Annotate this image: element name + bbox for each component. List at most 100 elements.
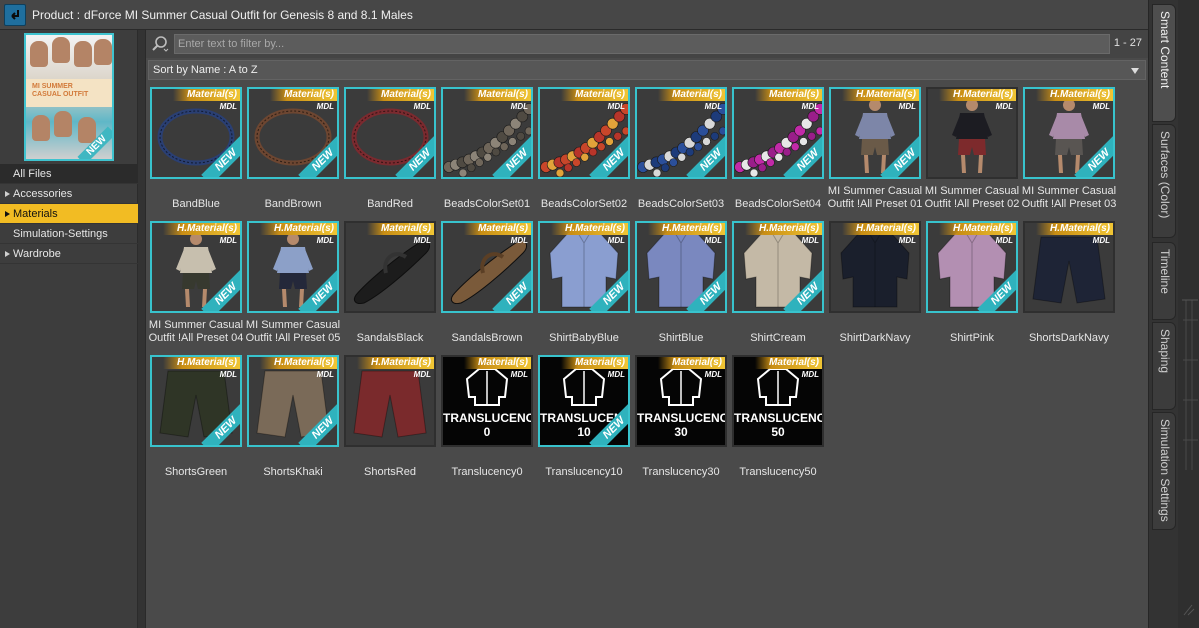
bead-shape xyxy=(669,158,678,167)
asset-tile[interactable]: H.Material(s) MDL NEW MI Summer Casual Outf… xyxy=(246,221,340,351)
asset-tile[interactable]: H.Material(s) MDL NEW ShortsGreen xyxy=(150,355,242,485)
asset-thumbnail[interactable]: H.Material(s) MDL NEW xyxy=(247,355,339,447)
folder-item[interactable]: Simulation-Settings xyxy=(0,224,138,244)
asset-tile[interactable]: Material(s) MDL NEW BeadsColorSet02 xyxy=(538,87,630,217)
tab-smart-content[interactable]: Smart Content xyxy=(1152,4,1176,122)
mdl-badge: MDL xyxy=(510,236,528,245)
asset-thumbnail[interactable]: H.Material(s) MDL xyxy=(1023,221,1115,313)
asset-thumbnail[interactable]: Material(s) MDL NEW xyxy=(441,221,533,313)
asset-thumbnail[interactable]: H.Material(s) MDL NEW xyxy=(538,221,630,313)
material-type-badge: Material(s) xyxy=(366,223,434,235)
asset-thumbnail[interactable]: Material(s) MDL NEW xyxy=(538,87,630,179)
bead-shape xyxy=(596,142,606,152)
asset-thumbnail[interactable]: H.Material(s) MDL xyxy=(344,355,436,447)
asset-thumbnail[interactable]: H.Material(s) MDL xyxy=(829,221,921,313)
asset-thumbnail[interactable]: TRANSLUCENCY 10 Material(s) MDL NEW xyxy=(538,355,630,447)
asset-thumbnail[interactable]: Material(s) MDL xyxy=(344,221,436,313)
folder-item[interactable]: All Files xyxy=(0,164,138,184)
bead-shape xyxy=(508,137,517,146)
asset-thumbnail[interactable]: TRANSLUCENCY 30 Material(s) MDL xyxy=(635,355,727,447)
asset-tile[interactable]: H.Material(s) MDL NEW MI Summer Casual Outf… xyxy=(149,221,243,351)
mdl-badge: MDL xyxy=(219,236,237,245)
asset-thumbnail[interactable]: Material(s) MDL NEW xyxy=(150,87,242,179)
material-type-badge: H.Material(s) xyxy=(550,223,628,235)
asset-tile[interactable]: TRANSLUCENCY 50 Material(s) MDL Translucency… xyxy=(732,355,824,485)
asset-tile[interactable]: H.Material(s) MDL ShirtDarkNavy xyxy=(829,221,921,351)
material-type-badge: Material(s) xyxy=(172,89,240,101)
asset-thumbnail[interactable]: H.Material(s) MDL NEW xyxy=(926,221,1018,313)
tab-simulation-settings[interactable]: Simulation Settings xyxy=(1152,412,1176,530)
asset-tile[interactable]: Material(s) MDL NEW BeadsColorSet04 xyxy=(732,87,824,217)
material-type-badge: H.Material(s) xyxy=(744,223,822,235)
asset-tile[interactable]: Material(s) MDL NEW BeadsColorSet01 xyxy=(441,87,533,217)
asset-tile[interactable]: Material(s) MDL NEW BeadsColorSet03 xyxy=(635,87,727,217)
mdl-badge: MDL xyxy=(898,102,916,111)
asset-thumbnail[interactable]: H.Material(s) MDL NEW xyxy=(150,355,242,447)
asset-tile[interactable]: Material(s) MDL SandalsBlack xyxy=(344,221,436,351)
material-type-badge: Material(s) xyxy=(269,89,337,101)
expand-arrow-icon[interactable] xyxy=(5,211,10,217)
tab-label: Timeline xyxy=(1158,249,1172,294)
asset-name: ShirtCream xyxy=(750,332,806,344)
asset-tile[interactable]: H.Material(s) MDL NEW ShirtBlue xyxy=(635,221,727,351)
asset-thumbnail[interactable]: H.Material(s) MDL NEW xyxy=(247,221,339,313)
asset-tile[interactable]: H.Material(s) MDL ShortsRed xyxy=(344,355,436,485)
asset-thumbnail[interactable]: Material(s) MDL NEW xyxy=(732,87,824,179)
search-icon[interactable] xyxy=(151,35,169,53)
mdl-badge: MDL xyxy=(316,102,334,111)
sort-dropdown[interactable]: Sort by Name : A to Z xyxy=(148,60,1146,80)
asset-thumbnail[interactable]: H.Material(s) MDL NEW xyxy=(1023,87,1115,179)
asset-tile[interactable]: Material(s) MDL NEW BandBrown xyxy=(247,87,339,217)
filter-input[interactable] xyxy=(174,34,1110,54)
mdl-badge: MDL xyxy=(1092,236,1110,245)
asset-tile[interactable]: Material(s) MDL NEW BandBlue xyxy=(150,87,242,217)
back-button[interactable] xyxy=(4,3,26,26)
asset-thumbnail[interactable]: H.Material(s) MDL NEW xyxy=(635,221,727,313)
asset-tile[interactable]: H.Material(s) MDL ShortsDarkNavy xyxy=(1023,221,1115,351)
tab-timeline[interactable]: Timeline xyxy=(1152,242,1176,320)
asset-name: BeadsColorSet03 xyxy=(637,198,725,210)
asset-tile[interactable]: H.Material(s) MDL NEW ShirtPink xyxy=(926,221,1018,351)
tab-shaping[interactable]: Shaping xyxy=(1152,322,1176,410)
material-type-badge: H.Material(s) xyxy=(938,89,1016,101)
thumbnail-face xyxy=(78,117,96,143)
product-thumbnail[interactable]: MI SUMMER CASUAL OUTFIT NEW xyxy=(24,33,114,161)
asset-tile[interactable]: H.Material(s) MDL NEW ShirtBabyBlue xyxy=(538,221,630,351)
asset-tile[interactable]: H.Material(s) MDL NEW ShortsKhaki xyxy=(247,355,339,485)
asset-thumbnail[interactable]: H.Material(s) MDL xyxy=(926,87,1018,179)
asset-thumbnail[interactable]: Material(s) MDL NEW xyxy=(344,87,436,179)
folder-item[interactable]: Accessories xyxy=(0,184,138,204)
asset-tile[interactable]: Material(s) MDL NEW BandRed xyxy=(344,87,436,217)
left-panel: MI SUMMER CASUAL OUTFIT NEW All Files Acc… xyxy=(0,30,138,628)
asset-tile[interactable]: H.Material(s) MDL NEW MI Summer Casual Outf… xyxy=(828,87,922,217)
material-type-badge: Material(s) xyxy=(754,89,822,101)
asset-name: BandBrown xyxy=(264,198,322,210)
asset-thumbnail[interactable]: TRANSLUCENCY 50 Material(s) MDL xyxy=(732,355,824,447)
asset-thumbnail[interactable]: TRANSLUCENCY 0 Material(s) MDL xyxy=(441,355,533,447)
asset-thumbnail[interactable]: H.Material(s) MDL NEW xyxy=(732,221,824,313)
asset-tile[interactable]: TRANSLUCENCY 30 Material(s) MDL Translucency… xyxy=(635,355,727,485)
material-type-badge: H.Material(s) xyxy=(162,223,240,235)
asset-tile[interactable]: H.Material(s) MDL NEW MI Summer Casual Outf… xyxy=(1022,87,1116,217)
bead-shape xyxy=(499,142,509,152)
result-count: 1 - 27 xyxy=(1113,37,1142,49)
expand-arrow-icon[interactable] xyxy=(5,191,10,197)
asset-name: BeadsColorSet02 xyxy=(540,198,628,210)
asset-thumbnail[interactable]: Material(s) MDL NEW xyxy=(635,87,727,179)
mdl-badge: MDL xyxy=(413,236,431,245)
asset-tile[interactable]: TRANSLUCENCY 10 Material(s) MDL NEW Transluce… xyxy=(538,355,630,485)
asset-tile[interactable]: H.Material(s) MDL MI Summer Casual Outfit … xyxy=(925,87,1019,217)
bead-shape xyxy=(718,126,725,136)
asset-thumbnail[interactable]: H.Material(s) MDL NEW xyxy=(829,87,921,179)
asset-thumbnail[interactable]: H.Material(s) MDL NEW xyxy=(150,221,242,313)
bead-shape xyxy=(491,147,501,157)
asset-tile[interactable]: Material(s) MDL NEW SandalsBrown xyxy=(441,221,533,351)
folder-item[interactable]: Wardrobe xyxy=(0,244,138,264)
asset-tile[interactable]: H.Material(s) MDL NEW ShirtCream xyxy=(732,221,824,351)
tab-surfaces-color[interactable]: Surfaces (Color) xyxy=(1152,124,1176,238)
asset-thumbnail[interactable]: Material(s) MDL NEW xyxy=(441,87,533,179)
expand-arrow-icon[interactable] xyxy=(5,251,10,257)
asset-tile[interactable]: TRANSLUCENCY 0 Material(s) MDL Translucency0 xyxy=(441,355,533,485)
folder-item[interactable]: Materials xyxy=(0,204,138,224)
asset-thumbnail[interactable]: Material(s) MDL NEW xyxy=(247,87,339,179)
